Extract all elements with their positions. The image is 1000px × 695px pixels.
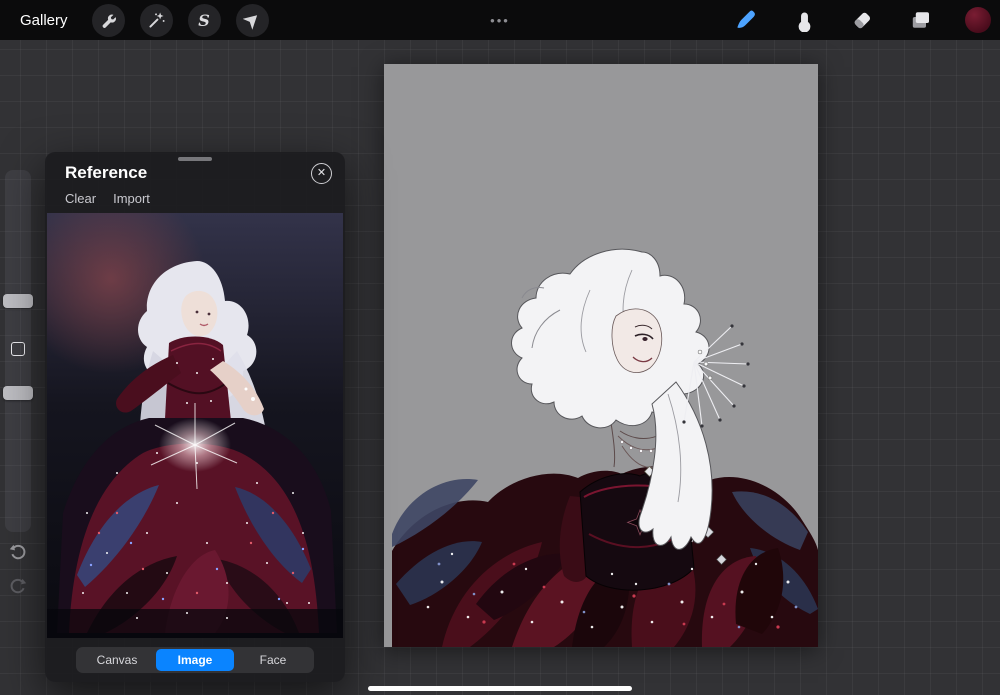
undo-icon [9, 544, 26, 560]
reference-panel: Reference ✕ Clear Import Canvas Image Fa… [45, 152, 345, 682]
color-swatch [965, 7, 991, 33]
panel-drag-handle[interactable] [178, 157, 212, 161]
actions-button[interactable] [91, 3, 125, 37]
color-button[interactable] [965, 7, 991, 33]
close-button[interactable]: ✕ [311, 163, 332, 184]
brush-icon [737, 10, 755, 28]
redo-button[interactable] [6, 572, 30, 598]
tool-sidebar [3, 170, 33, 532]
layers-icon [912, 12, 929, 28]
erase-tool-button[interactable] [849, 7, 875, 33]
toolbar-center-group: ••• [490, 0, 510, 40]
adjustments-button[interactable] [139, 3, 173, 37]
home-indicator[interactable] [368, 686, 632, 691]
smudge-tool-button[interactable] [791, 7, 817, 33]
procreate-app: Gallery S ••• Reference ✕ Clear Import C… [0, 0, 1000, 695]
wrench-icon [102, 14, 116, 28]
transform-arrow-icon [242, 14, 257, 30]
layers-button[interactable] [907, 7, 933, 33]
brush-size-slider[interactable] [3, 294, 33, 308]
tab-canvas[interactable]: Canvas [78, 649, 156, 671]
magic-wand-icon [148, 12, 165, 28]
reference-tabs: Canvas Image Face [76, 647, 314, 673]
toolbar-left-group: Gallery S [0, 3, 269, 37]
undo-button[interactable] [6, 538, 30, 564]
selection-s-icon: S [198, 10, 210, 30]
clear-button[interactable]: Clear [65, 191, 96, 206]
tab-image[interactable]: Image [156, 649, 234, 671]
selection-button[interactable]: S [187, 3, 221, 37]
smudge-icon [798, 11, 810, 32]
transform-button[interactable] [235, 3, 269, 37]
eraser-icon [854, 12, 871, 29]
reference-actions: Clear Import [65, 191, 150, 206]
redo-icon [10, 578, 27, 594]
canvas-options-button[interactable]: ••• [490, 13, 510, 28]
import-button[interactable]: Import [113, 191, 150, 206]
toolbar-right-group [733, 7, 1000, 33]
drawing-canvas[interactable] [384, 64, 818, 647]
top-toolbar: Gallery S ••• [0, 0, 1000, 40]
reference-image[interactable] [47, 213, 343, 638]
reference-title: Reference [65, 163, 148, 182]
paint-tool-button[interactable] [733, 7, 759, 33]
opacity-slider[interactable] [3, 386, 33, 400]
modify-button[interactable] [11, 342, 25, 356]
gallery-button[interactable]: Gallery [20, 12, 68, 29]
tab-face[interactable]: Face [234, 649, 312, 671]
